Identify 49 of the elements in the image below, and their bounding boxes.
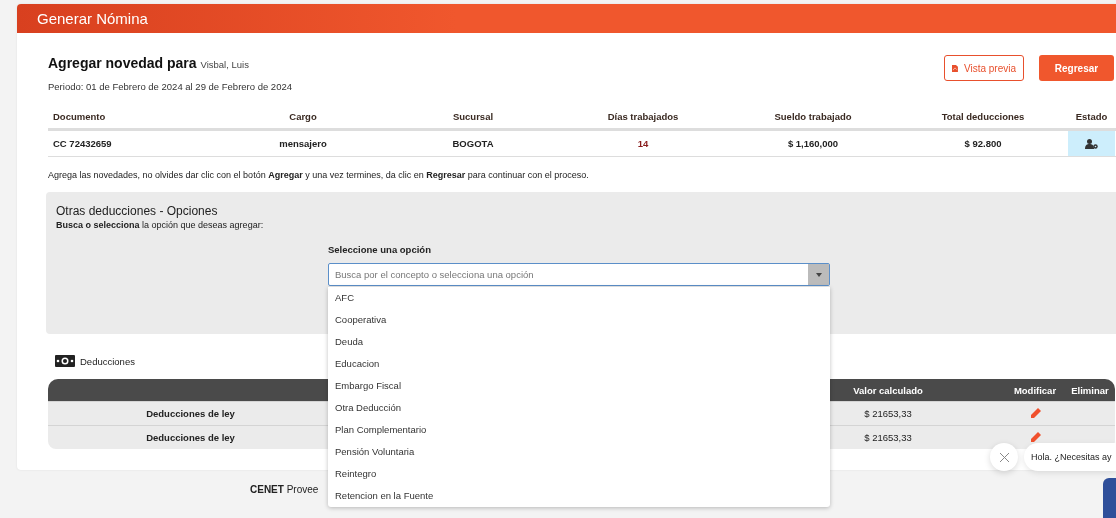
dropdown-option[interactable]: Cooperativa bbox=[328, 309, 830, 331]
table-cell-text: Deducciones de ley bbox=[145, 432, 236, 443]
chat-message[interactable]: Hola. ¿Necesitas ay bbox=[1024, 443, 1116, 471]
table-cell-text: Deducciones de ley bbox=[145, 408, 236, 419]
column-header: Sucursal bbox=[451, 111, 495, 122]
panel-subtitle: Busca o selecciona la opción que deseas agregar: bbox=[56, 220, 265, 230]
page-title: Generar Nómina bbox=[37, 10, 148, 27]
dropdown-option[interactable]: Pensión Voluntaria bbox=[328, 441, 830, 463]
status-cell[interactable] bbox=[1068, 131, 1115, 156]
table-cell-text: $ 21653,33 bbox=[863, 408, 913, 419]
caret-icon[interactable] bbox=[808, 264, 829, 285]
close-icon bbox=[999, 452, 1009, 462]
pdf-file-icon bbox=[952, 62, 958, 74]
column-header: Total deducciones bbox=[940, 111, 1026, 122]
dropdown-option[interactable]: Educacion bbox=[328, 353, 830, 375]
footer-text: CENET Provee bbox=[250, 484, 319, 495]
table-cell-text: $ 1,160,000 bbox=[786, 138, 840, 149]
column-header: Documento bbox=[52, 111, 107, 122]
column-header: Modificar bbox=[1012, 384, 1058, 396]
column-header: Estado bbox=[1074, 111, 1109, 122]
dropdown-option[interactable]: Reintegro bbox=[328, 463, 830, 485]
dropdown-option[interactable]: Retencion en la Fuente bbox=[328, 485, 830, 507]
dropdown-option[interactable]: Deuda bbox=[328, 331, 830, 353]
table-cell-text: mensajero bbox=[278, 138, 328, 149]
column-header: Cargo bbox=[288, 111, 318, 122]
instructions-text: Agrega las novedades, no olvides dar clic con el botón Agregar y una vez termines, da clic en Regresar para continuar con el proceso. bbox=[48, 170, 590, 180]
period-text: Periodo: 01 de Febrero de 2024 al 29 de Febrero de 2024 bbox=[48, 81, 292, 92]
column-header: Valor calculado bbox=[852, 384, 924, 396]
dropdown-option[interactable]: Plan Complementario bbox=[328, 419, 830, 441]
preview-button[interactable]: Vista previa bbox=[944, 55, 1024, 81]
section-title: Deducciones bbox=[80, 355, 135, 367]
column-header: Sueldo trabajado bbox=[773, 111, 853, 122]
column-header: Días trabajados bbox=[606, 111, 680, 122]
field-label: Seleccione una opción bbox=[328, 244, 432, 255]
heading: Agregar novedad para Visbal, Luis bbox=[48, 55, 250, 71]
user-gear-icon bbox=[1085, 138, 1098, 149]
table-cell-text: BOGOTA bbox=[451, 138, 495, 149]
search-select-field[interactable]: Busca por el concepto o selecciona una opción bbox=[328, 263, 830, 286]
dropdown-option[interactable]: Otra Deducción bbox=[328, 397, 830, 419]
pencil-icon[interactable] bbox=[1029, 408, 1041, 419]
table-cell-text: $ 92.800 bbox=[963, 138, 1003, 149]
dropdown-option[interactable]: Embargo Fiscal bbox=[328, 375, 830, 397]
column-header: Eliminar bbox=[1070, 384, 1110, 396]
money-icon bbox=[55, 355, 75, 367]
table-cell-text: $ 21653,33 bbox=[863, 432, 913, 443]
table-cell-text: 14 bbox=[636, 138, 650, 149]
panel-title: Otras deducciones - Opciones bbox=[56, 204, 219, 218]
table-cell-text: CC 72432659 bbox=[52, 138, 113, 149]
dropdown-option[interactable]: AFC bbox=[328, 287, 830, 309]
